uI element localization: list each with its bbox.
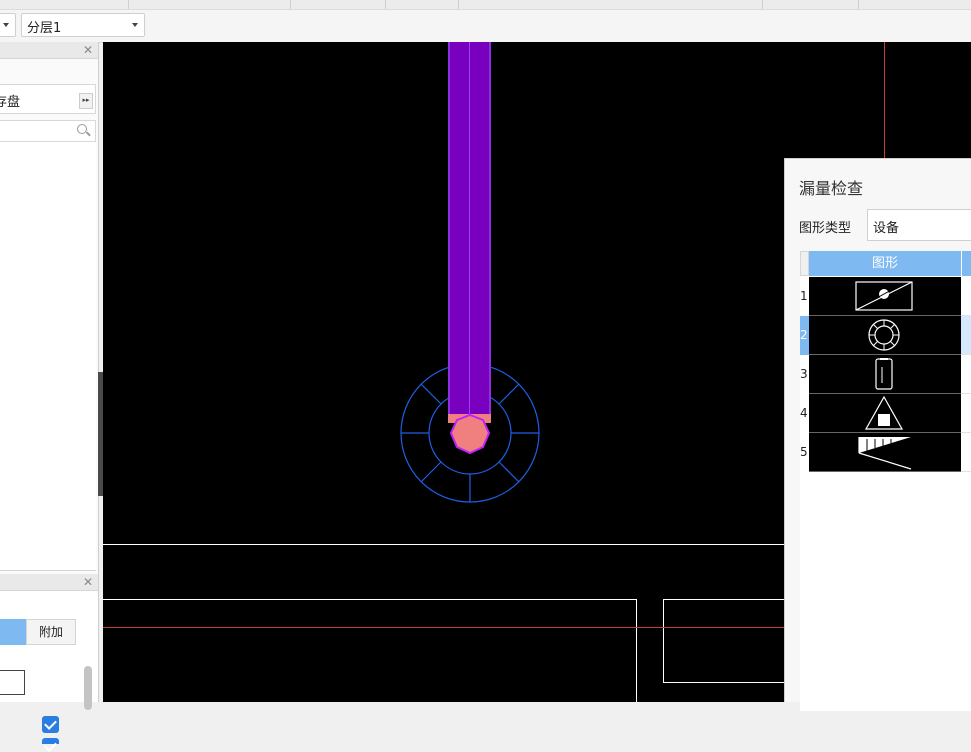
expand-more-icon[interactable]: ▸▸ bbox=[79, 93, 93, 109]
row-index: 4 bbox=[800, 394, 809, 433]
table-row[interactable]: 4 bbox=[800, 394, 971, 433]
left-search-input[interactable] bbox=[0, 120, 96, 142]
left-tree-view[interactable] bbox=[0, 142, 96, 571]
octagon-ring-symbol-icon bbox=[868, 319, 900, 351]
grid-shape-header: 图形 bbox=[809, 251, 961, 276]
toolbar-separator bbox=[458, 0, 459, 9]
table-row[interactable]: 5 bbox=[800, 433, 971, 472]
toolbar-separator bbox=[762, 0, 763, 9]
grid-index-header bbox=[800, 251, 809, 276]
triangle-square-symbol-icon bbox=[864, 395, 904, 430]
row-extra-cell[interactable] bbox=[961, 394, 971, 433]
table-header-selected bbox=[0, 619, 26, 645]
row-index: 1 bbox=[800, 277, 809, 316]
row-extra-cell[interactable] bbox=[961, 316, 971, 355]
vertical-scrollbar[interactable] bbox=[84, 666, 92, 710]
shape-cell[interactable] bbox=[809, 433, 961, 472]
row-extra-cell[interactable] bbox=[961, 355, 971, 394]
leak-check-dialog: 漏量检查 图形类型 设备 图形 1 2 3 4 5 bbox=[784, 158, 971, 711]
shape-cell[interactable] bbox=[809, 277, 961, 316]
extra-checkbox[interactable] bbox=[42, 716, 59, 733]
pipe-fitting[interactable] bbox=[449, 413, 491, 455]
shape-cell[interactable] bbox=[809, 316, 961, 355]
shape-type-select[interactable]: 设备 bbox=[867, 209, 971, 241]
hatched-wedge-symbol-icon bbox=[858, 437, 912, 470]
left-panel-header: ✕ bbox=[0, 42, 98, 59]
table-cell-editor[interactable] bbox=[0, 670, 25, 695]
row-extra-cell[interactable] bbox=[961, 433, 971, 472]
grid-column-header bbox=[961, 251, 971, 276]
shape-cell[interactable] bbox=[809, 355, 961, 394]
row-index: 5 bbox=[800, 433, 809, 472]
table-row[interactable]: 3 bbox=[800, 355, 971, 394]
left-lower-panel: ✕ 附加 bbox=[0, 574, 98, 744]
toolbar-separator bbox=[290, 0, 291, 9]
toolbar-separator bbox=[385, 0, 386, 9]
layer-dropdown[interactable]: 分层1 bbox=[21, 13, 145, 37]
shape-grid: 图形 1 2 3 4 5 bbox=[800, 251, 971, 711]
toolbar-top-strip bbox=[0, 0, 971, 10]
shape-type-label: 图形类型 bbox=[799, 221, 852, 236]
chevron-down-icon bbox=[132, 23, 138, 27]
column-header-extra: 附加 bbox=[26, 619, 76, 645]
left-panel-tab[interactable]: 存盘 ▸▸ bbox=[0, 84, 96, 114]
table-row[interactable]: 1 bbox=[800, 277, 971, 316]
layer-dropdown-value: 分层1 bbox=[27, 21, 62, 36]
row-index: 3 bbox=[800, 355, 809, 394]
diagonal-box-symbol-icon bbox=[855, 281, 913, 311]
extra-checkbox[interactable] bbox=[42, 738, 59, 744]
left-panel: ✕ 存盘 ▸▸ ✕ 附加 bbox=[0, 42, 99, 744]
left-panel-tab-label: 存盘 bbox=[0, 95, 21, 110]
close-icon[interactable]: ✕ bbox=[83, 42, 93, 58]
close-icon[interactable]: ✕ bbox=[83, 574, 93, 590]
dialog-title: 漏量检查 bbox=[799, 179, 864, 198]
table-row[interactable]: 2 bbox=[800, 316, 971, 355]
toolbar-separator bbox=[128, 0, 129, 9]
room-outline bbox=[103, 599, 637, 702]
category-dropdown[interactable] bbox=[0, 13, 16, 37]
toolbar-separator bbox=[858, 0, 859, 9]
shape-cell[interactable] bbox=[809, 394, 961, 433]
top-toolbar: 分层1 bbox=[0, 0, 971, 43]
rectangle-device-symbol-icon bbox=[875, 358, 893, 390]
vertical-pipe[interactable] bbox=[448, 42, 491, 423]
row-extra-cell[interactable] bbox=[961, 277, 971, 316]
chevron-down-icon bbox=[3, 23, 9, 27]
shape-type-value: 设备 bbox=[873, 221, 900, 236]
room-outline bbox=[663, 599, 784, 683]
left-lower-panel-header: ✕ bbox=[0, 574, 98, 591]
search-icon[interactable] bbox=[77, 124, 87, 134]
row-index: 2 bbox=[800, 316, 809, 355]
